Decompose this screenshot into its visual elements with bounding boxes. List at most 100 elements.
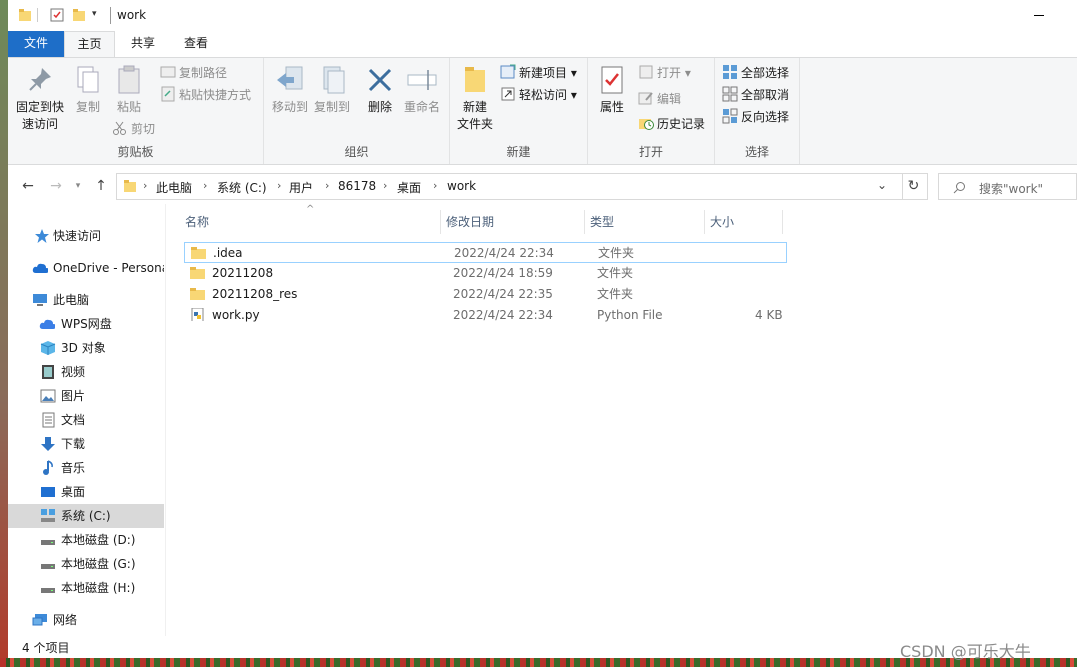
title-bar: ▾ work: [8, 0, 1077, 31]
column-header-type[interactable]: 类型: [590, 210, 614, 234]
file-size: 4 KB: [755, 308, 783, 322]
cut-label: 剪切: [131, 122, 156, 136]
organize-group: 移动到 复制到 删除 重命名 组织: [264, 58, 450, 164]
delete-button[interactable]: 删除: [361, 64, 399, 116]
sidebar-item-system-c[interactable]: 系统 (C:): [8, 504, 164, 528]
properties-button[interactable]: 属性: [592, 64, 632, 116]
breadcrumb-chevron-icon[interactable]: ›: [383, 179, 387, 192]
tab-file[interactable]: 文件: [8, 31, 64, 57]
history-button[interactable]: 历史记录: [638, 114, 705, 134]
open-group: 属性 打开 ▾ 编辑 历史记录 打开: [588, 58, 715, 164]
sidebar-item-documents[interactable]: 文档: [8, 408, 164, 432]
window-title: work: [117, 8, 147, 22]
tab-home[interactable]: 主页: [64, 31, 115, 57]
tab-share[interactable]: 共享: [119, 31, 167, 57]
music-icon: [43, 460, 53, 475]
select-none-button[interactable]: 全部取消: [722, 85, 789, 105]
new-folder-button[interactable]: 新建 文件夹: [454, 64, 496, 133]
file-list: ^ 名称 修改日期 类型 大小 .idea 2022/4/24 22:34 文件…: [174, 204, 1077, 636]
breadcrumb-chevron-icon[interactable]: ›: [325, 179, 329, 192]
sidebar-item-3d-objects[interactable]: 3D 对象: [8, 336, 164, 360]
sidebar-item-music[interactable]: 音乐: [8, 456, 164, 480]
forward-arrow-icon[interactable]: →: [46, 176, 66, 196]
rename-button[interactable]: 重命名: [401, 64, 443, 116]
breadcrumb-this-pc[interactable]: 此电脑: [156, 179, 192, 196]
paste-button[interactable]: 粘贴: [109, 64, 149, 116]
recent-locations-chevron-icon[interactable]: ▾: [68, 176, 88, 196]
file-type: Python File: [597, 308, 663, 322]
sidebar-item-disk-d[interactable]: 本地磁盘 (D:): [8, 528, 164, 552]
history-label: 历史记录: [657, 117, 706, 131]
rename-icon: [406, 64, 438, 96]
breadcrumb-system-c[interactable]: 系统 (C:): [217, 179, 267, 196]
title-divider: [110, 7, 111, 24]
search-box[interactable]: 搜索"work": [938, 173, 1077, 200]
sidebar-item-quick-access[interactable]: 快速访问: [8, 224, 164, 248]
breadcrumb-chevron-icon[interactable]: ›: [143, 179, 147, 192]
paste-shortcut-icon: [160, 86, 176, 102]
minimize-button[interactable]: [1016, 0, 1062, 31]
open-button[interactable]: 打开 ▾: [638, 63, 691, 83]
address-bar[interactable]: › 此电脑 › 系统 (C:) › 用户 › 86178 › 桌面 › work…: [116, 173, 903, 200]
cut-button[interactable]: 剪切: [112, 119, 155, 139]
sidebar-item-pictures[interactable]: 图片: [8, 384, 164, 408]
column-header-size[interactable]: 大小: [710, 210, 734, 234]
pin-to-quick-access-button[interactable]: 固定到快 速访问: [12, 64, 68, 133]
sidebar-item-videos[interactable]: 视频: [8, 360, 164, 384]
sidebar-item-wps-cloud[interactable]: WPS网盘: [8, 312, 164, 336]
breadcrumb-desktop[interactable]: 桌面: [397, 179, 421, 196]
select-all-button[interactable]: 全部选择: [722, 63, 789, 83]
cloud-icon: [32, 263, 48, 273]
properties-quick-icon[interactable]: [50, 8, 64, 25]
breadcrumb-chevron-icon[interactable]: ›: [433, 179, 437, 192]
new-item-button[interactable]: 新建项目 ▾: [500, 63, 577, 83]
new-folder-quick-icon[interactable]: [72, 8, 86, 25]
move-to-button[interactable]: 移动到: [269, 64, 311, 116]
network-icon: [32, 614, 47, 626]
item-count: 4 个项目: [22, 641, 70, 655]
back-arrow-icon[interactable]: ←: [18, 176, 38, 196]
table-row[interactable]: work.py 2022/4/24 22:34 Python File 4 KB: [184, 305, 787, 326]
easy-access-button[interactable]: 轻松访问 ▾: [500, 85, 577, 105]
table-row[interactable]: .idea 2022/4/24 22:34 文件夹: [184, 242, 787, 263]
sidebar-item-this-pc[interactable]: 此电脑: [8, 288, 164, 312]
breadcrumb-chevron-icon[interactable]: ›: [277, 179, 281, 192]
up-arrow-icon[interactable]: ↑: [91, 176, 111, 196]
copy-to-button[interactable]: 复制到: [311, 64, 353, 116]
table-row[interactable]: 20211208 2022/4/24 18:59 文件夹: [184, 263, 787, 284]
sidebar-item-desktop[interactable]: 桌面: [8, 480, 164, 504]
sidebar-item-downloads[interactable]: 下载: [8, 432, 164, 456]
wps-cloud-icon: [39, 319, 55, 329]
tab-view[interactable]: 查看: [172, 31, 220, 57]
sidebar-item-disk-g[interactable]: 本地磁盘 (G:): [8, 552, 164, 576]
file-date: 2022/4/24 22:35: [453, 287, 553, 301]
copy-path-button[interactable]: 复制路径: [160, 63, 227, 83]
sidebar-item-onedrive[interactable]: OneDrive - Personal: [8, 256, 164, 280]
breadcrumb-chevron-icon[interactable]: ›: [203, 179, 207, 192]
invert-selection-button[interactable]: 反向选择: [722, 107, 789, 127]
sidebar-item-network[interactable]: 网络: [8, 608, 164, 632]
column-divider[interactable]: [440, 210, 441, 234]
column-header-date[interactable]: 修改日期: [446, 210, 494, 234]
select-none-icon: [722, 86, 738, 102]
refresh-icon[interactable]: ↻: [900, 173, 928, 200]
column-divider[interactable]: [782, 210, 783, 234]
sidebar-item-disk-h[interactable]: 本地磁盘 (H:): [8, 576, 164, 600]
address-dropdown-chevron-icon[interactable]: ⌄: [877, 178, 887, 192]
column-header-name[interactable]: 名称: [185, 210, 209, 234]
drive-icon: [41, 509, 55, 522]
column-divider[interactable]: [584, 210, 585, 234]
sidebar-item-label: 下载: [61, 437, 86, 451]
edit-button[interactable]: 编辑: [638, 89, 681, 109]
paste-shortcut-button[interactable]: 粘贴快捷方式: [160, 85, 251, 105]
sidebar-item-label: 3D 对象: [61, 341, 106, 355]
copy-button[interactable]: 复制: [68, 64, 108, 116]
column-divider[interactable]: [704, 210, 705, 234]
new-group: 新建 文件夹 新建项目 ▾ 轻松访问 ▾ 新建: [450, 58, 588, 164]
select-none-label: 全部取消: [741, 88, 790, 102]
breadcrumb-users[interactable]: 用户: [289, 179, 313, 196]
breadcrumb-work[interactable]: work: [447, 179, 476, 193]
breadcrumb-user[interactable]: 86178: [338, 179, 376, 193]
table-row[interactable]: 20211208_res 2022/4/24 22:35 文件夹: [184, 284, 787, 305]
customize-quick-access-icon[interactable]: ▾: [92, 9, 97, 19]
